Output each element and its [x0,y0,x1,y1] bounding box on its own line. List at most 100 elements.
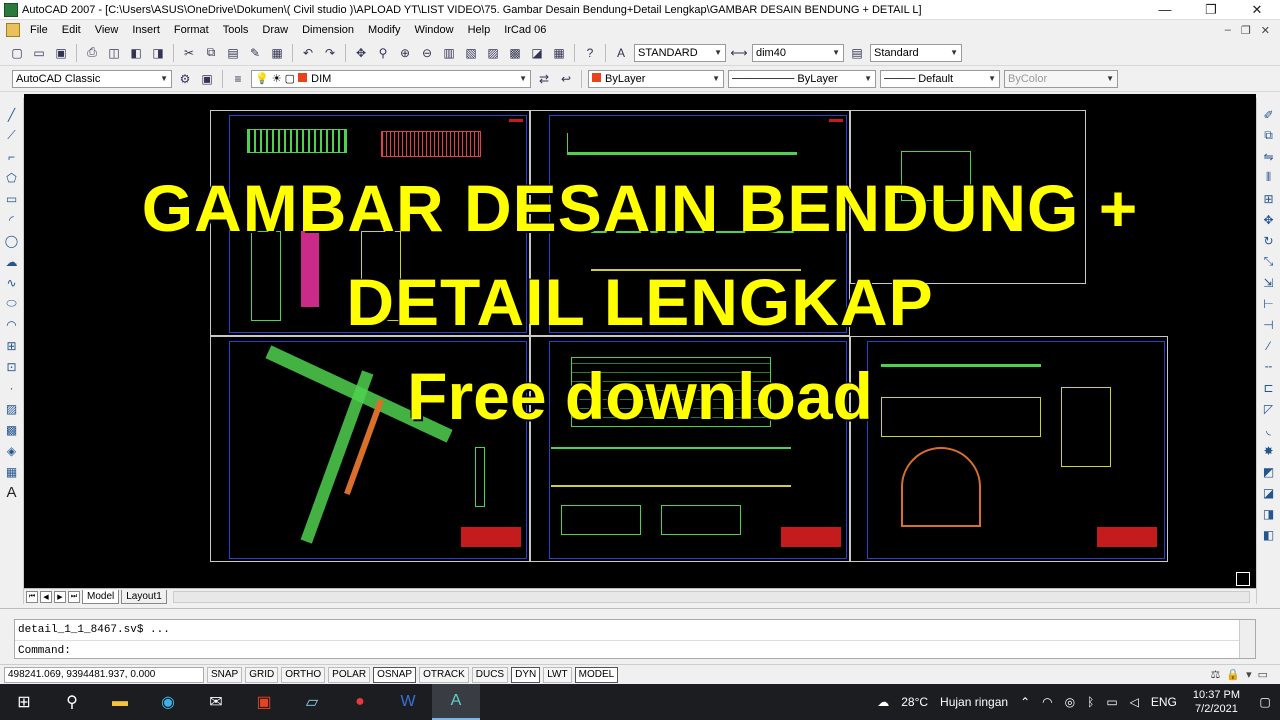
erase-icon[interactable]: ✐ [1260,105,1278,124]
copy-object-icon[interactable]: ⧉ [1260,126,1278,145]
polygon-icon[interactable]: ⬠ [3,168,21,187]
fillet-icon[interactable]: ◟ [1260,420,1278,439]
workspace-combo[interactable]: AutoCAD Classic ▼ [12,69,172,88]
office-icon[interactable]: ▣ [240,684,288,720]
line-icon[interactable]: ╱ [3,105,21,124]
draworder-back-icon[interactable]: ◪ [1260,483,1278,502]
text-style-combo[interactable]: STANDARD ▼ [634,43,726,62]
menu-modify[interactable]: Modify [361,24,407,36]
document-icon[interactable] [6,23,20,37]
redo-icon[interactable]: ↷ [320,43,340,63]
revision-cloud-icon[interactable]: ☁ [3,252,21,271]
wifi-icon[interactable]: ◠ [1042,695,1052,709]
extend-icon[interactable]: ⊣ [1260,315,1278,334]
text-style-icon[interactable]: A [611,43,631,63]
windows-start-icon[interactable]: ⊞ [0,684,48,720]
arc-icon[interactable]: ◜ [3,210,21,229]
notification-icon[interactable]: ▢ [1250,695,1280,709]
first-tab-button[interactable]: ⏮ [26,590,38,603]
construction-line-icon[interactable]: ⟋ [3,126,21,145]
make-block-icon[interactable]: ⊡ [3,357,21,376]
autocad-taskbar-icon[interactable]: A [432,684,480,720]
circle-icon[interactable]: ◯ [3,231,21,250]
draworder-under-icon[interactable]: ◧ [1260,525,1278,544]
rectangle-icon[interactable]: ▭ [3,189,21,208]
menu-file[interactable]: File [23,24,55,36]
search-icon[interactable]: ⚲ [48,684,96,720]
zoom-realtime-icon[interactable]: ⚲ [373,43,393,63]
minimize-button[interactable]: — [1142,0,1188,20]
command-scrollbar[interactable] [1239,620,1255,658]
polyline-icon[interactable]: ⌐ [3,147,21,166]
rotate-icon[interactable]: ↻ [1260,231,1278,250]
stretch-icon[interactable]: ⇲ [1260,273,1278,292]
zoom-window-icon[interactable]: ⊕ [395,43,415,63]
help-icon[interactable]: ? [580,43,600,63]
lineweight-combo[interactable]: ──── Default ▼ [880,69,1000,88]
lock-icon[interactable]: 🔒 [1226,668,1240,681]
maximize-button[interactable]: ❐ [1188,0,1234,20]
markup-icon[interactable]: ◪ [527,43,547,63]
print-icon[interactable]: ⎙ [82,43,102,63]
coordinate-display[interactable]: 498241.069, 9394481.937, 0.000 [4,666,204,683]
language-indicator[interactable]: ENG [1151,695,1177,709]
menu-edit[interactable]: Edit [55,24,88,36]
array-icon[interactable]: ⊞ [1260,189,1278,208]
menu-draw[interactable]: Draw [255,24,295,36]
publish-icon[interactable]: ◧ [126,43,146,63]
paste-icon[interactable]: ▤ [223,43,243,63]
command-line-box[interactable]: detail_1_1_8467.sv$ ... Command: [14,619,1256,659]
break-icon[interactable]: ╌ [1260,357,1278,376]
network-icon[interactable]: ▭ [1106,695,1117,709]
word-icon[interactable]: W [384,684,432,720]
otrack-toggle[interactable]: OTRACK [419,666,469,683]
point-icon[interactable]: · [3,378,21,397]
dyn-toggle[interactable]: DYN [511,666,541,683]
ducs-toggle[interactable]: DUCS [471,666,509,683]
table-style-combo[interactable]: Standard ▼ [870,43,962,62]
meet-now-icon[interactable]: ◎ [1065,695,1075,709]
snap-toggle[interactable]: SNAP [207,666,243,683]
autocad-app-icon[interactable] [4,2,18,17]
save-icon[interactable]: ▣ [51,43,71,63]
explode-icon[interactable]: ✸ [1260,441,1278,460]
new-file-icon[interactable]: ▢ [7,43,27,63]
insert-block-icon[interactable]: ⊞ [3,336,21,355]
make-layer-current-icon[interactable]: ⇄ [534,69,554,89]
spline-icon[interactable]: ∿ [3,273,21,292]
grid-toggle[interactable]: GRID [245,666,279,683]
osnap-toggle[interactable]: OSNAP [373,666,417,683]
status-menu-icon[interactable]: ▾ [1246,668,1252,681]
close-button[interactable]: ✕ [1234,0,1280,20]
tab-model[interactable]: Model [82,589,120,604]
zoom-previous-icon[interactable]: ⊖ [417,43,437,63]
mirror-icon[interactable]: ⇋ [1260,147,1278,166]
trim-icon[interactable]: ⊢ [1260,294,1278,313]
design-center-icon[interactable]: ▧ [461,43,481,63]
doc-minimize-button[interactable]: – [1225,24,1231,37]
doc-restore-button[interactable]: ❐ [1241,24,1251,37]
communication-center-icon[interactable]: ⚖ [1210,668,1220,681]
hatch-icon[interactable]: ▨ [3,399,21,418]
notes-app-icon[interactable]: ▱ [288,684,336,720]
dim-style-combo[interactable]: dim40 ▼ [752,43,844,62]
table-style-icon[interactable]: ▤ [847,43,867,63]
chamfer-icon[interactable]: ◸ [1260,399,1278,418]
menu-view[interactable]: View [88,24,126,36]
layer-manager-icon[interactable]: ≡ [228,69,248,89]
ortho-toggle[interactable]: ORTHO [281,666,326,683]
table-icon[interactable]: ▦ [3,462,21,481]
ellipse-icon[interactable]: ⬭ [3,294,21,313]
plot-preview-icon[interactable]: ◫ [104,43,124,63]
draworder-above-icon[interactable]: ◨ [1260,504,1278,523]
pan-icon[interactable]: ✥ [351,43,371,63]
block-editor-icon[interactable]: ▦ [267,43,287,63]
volume-icon[interactable]: ◁ [1130,695,1139,709]
menu-help[interactable]: Help [461,24,498,36]
workspace-settings-icon[interactable]: ⚙ [175,69,195,89]
copy-icon[interactable]: ⧉ [201,43,221,63]
doc-close-button[interactable]: ✕ [1261,24,1270,37]
clean-screen-icon[interactable]: ▭ [1258,668,1268,681]
multiline-text-icon[interactable]: A [3,483,21,502]
file-explorer-icon[interactable]: ▬ [96,684,144,720]
